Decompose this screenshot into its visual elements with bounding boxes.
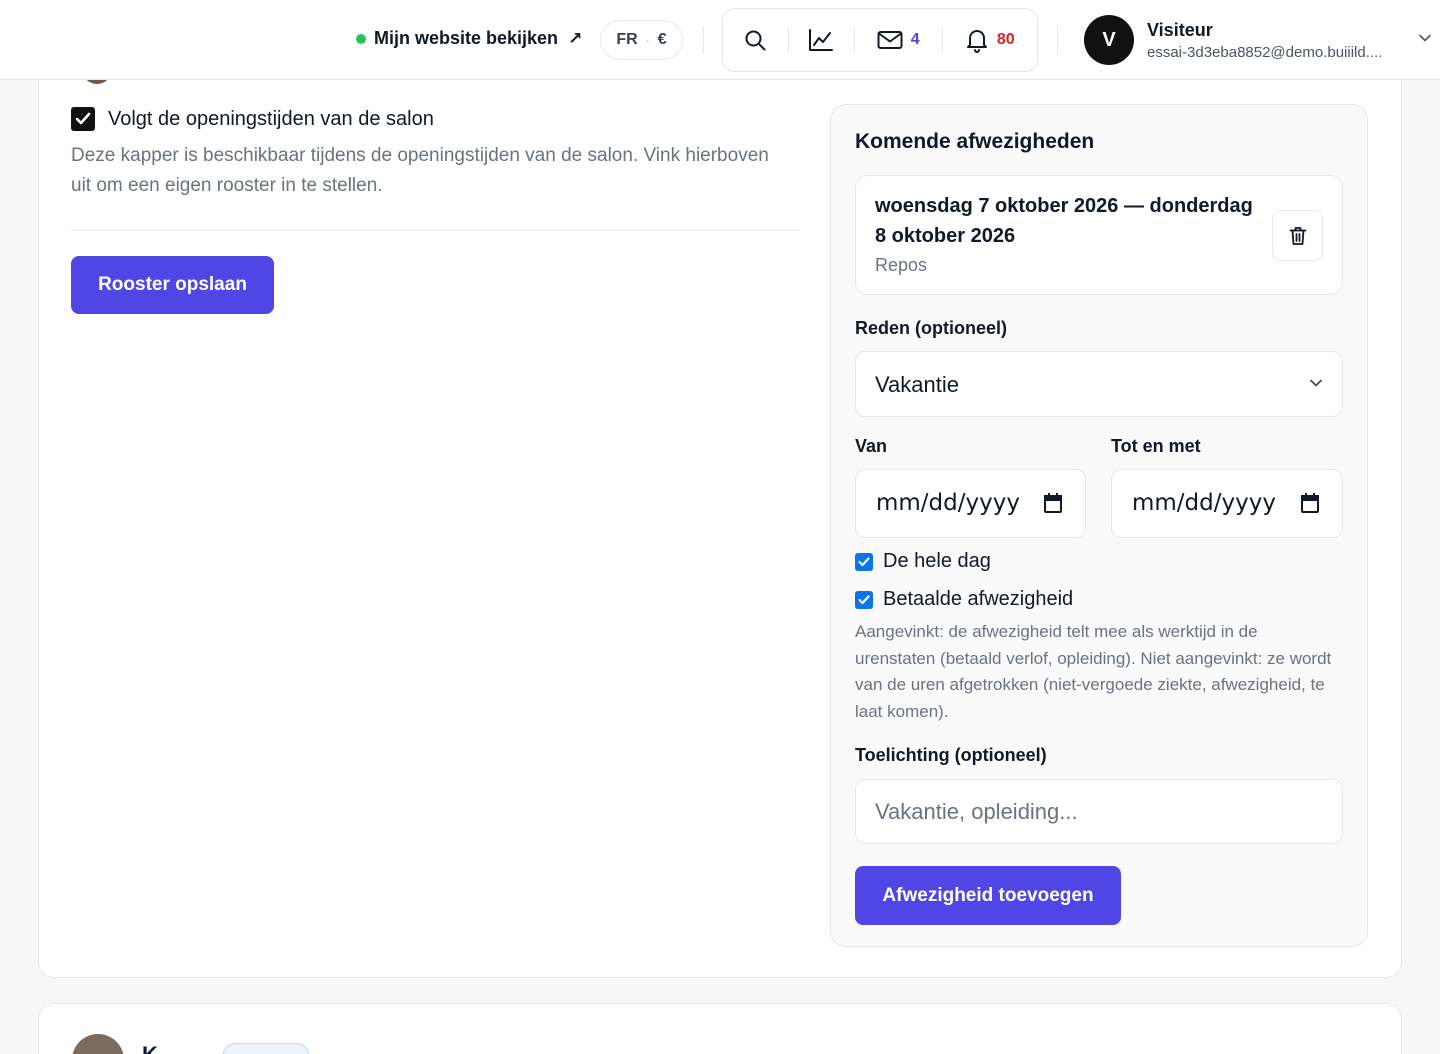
note-label: Toelichting (optioneel) (855, 745, 1047, 765)
bell-icon (966, 30, 987, 53)
add-absence-button[interactable]: Afwezigheid toevoegen (855, 866, 1121, 925)
checkbox-checked[interactable] (855, 590, 873, 609)
note-input[interactable] (855, 779, 1343, 844)
to-label: Tot en met (1111, 436, 1201, 456)
to-date-placeholder: mm/dd/yyyy (1132, 490, 1276, 516)
calendar-icon[interactable] (1043, 492, 1063, 514)
divider (1057, 26, 1058, 54)
absences-title: Komende afwezigheden (855, 130, 1095, 153)
view-website-link[interactable]: Mijn website bekijken ↗ (356, 28, 582, 49)
user-info: Visiteur essai-3d3eba8852@demo.buiiild..… (1147, 20, 1382, 61)
reason-select[interactable]: Vakantie (855, 351, 1343, 417)
from-date-placeholder: mm/dd/yyyy (876, 490, 1020, 516)
reason-select-value: Vakantie (875, 372, 959, 397)
notifications-button[interactable]: 80 (943, 9, 1038, 71)
locale-currency-switcher[interactable]: FR · € (600, 20, 683, 60)
delete-absence-button[interactable] (1272, 210, 1323, 261)
locale-label: FR (616, 31, 638, 48)
follow-salon-hours-label: Volgt de openingstijden van de salon (108, 107, 434, 130)
absence-reason: Repos (875, 255, 928, 275)
absence-date-range: woensdag 7 oktober 2026 — donderdag 8 ok… (875, 195, 1253, 247)
chart-line-icon (809, 29, 834, 51)
notifications-count: 80 (996, 31, 1015, 48)
reason-label: Reden (optioneel) (855, 318, 1007, 338)
staff-name: K... (142, 1042, 176, 1054)
header-actions: 4 80 (722, 8, 1038, 72)
follow-salon-hours-help: Deze kapper is beschikbaar tijdens de op… (71, 145, 769, 196)
avatar: V (1084, 15, 1134, 65)
chevron-down-icon[interactable] (1419, 34, 1431, 42)
calendar-icon[interactable] (1300, 492, 1320, 514)
paid-absence-checkbox[interactable]: Betaalde afwezigheid (855, 588, 1073, 611)
follow-salon-hours-checkbox[interactable]: Volgt de openingstijden van de salon (71, 107, 434, 131)
messages-button[interactable]: 4 (855, 9, 942, 71)
paid-absence-help: Aangevinkt: de afwezigheid telt mee als … (855, 622, 1332, 721)
statistics-button[interactable] (789, 9, 854, 71)
from-date-input[interactable]: mm/dd/yyyy (855, 469, 1086, 538)
chevron-down-icon (1310, 379, 1322, 387)
search-button[interactable] (723, 9, 788, 71)
search-icon (745, 30, 766, 51)
separator-dot: · (645, 33, 650, 47)
view-website-label: Mijn website bekijken (374, 28, 559, 48)
save-schedule-button[interactable]: Rooster opslaan (71, 256, 274, 314)
all-day-label: De hele dag (883, 550, 991, 572)
online-status-dot (356, 33, 366, 44)
user-email: essai-3d3eba8852@demo.buiiild.... (1147, 43, 1383, 61)
checkbox-checked[interactable] (855, 552, 873, 571)
currency-label: € (657, 31, 667, 48)
top-bar: Mijn website bekijken ↗ FR · € 4 80 V Vi… (0, 0, 1440, 80)
divider (71, 230, 800, 231)
to-date-input[interactable]: mm/dd/yyyy (1111, 469, 1343, 538)
divider (703, 26, 704, 54)
user-menu[interactable]: V Visiteur essai-3d3eba8852@demo.buiiild… (1084, 15, 1382, 65)
staff-role-badge (222, 1043, 310, 1054)
checkbox-checked[interactable] (71, 107, 95, 131)
from-label: Van (855, 436, 888, 456)
trash-icon (1289, 226, 1306, 245)
mail-icon (877, 31, 903, 49)
all-day-checkbox[interactable]: De hele dag (855, 550, 991, 573)
paid-absence-label: Betaalde afwezigheid (883, 588, 1074, 610)
checkmark-icon (858, 594, 870, 604)
user-name: Visiteur (1147, 19, 1213, 40)
external-link-icon: ↗ (568, 28, 583, 48)
checkmark-icon (858, 556, 870, 566)
messages-count: 4 (910, 31, 920, 48)
checkmark-icon (75, 112, 91, 125)
